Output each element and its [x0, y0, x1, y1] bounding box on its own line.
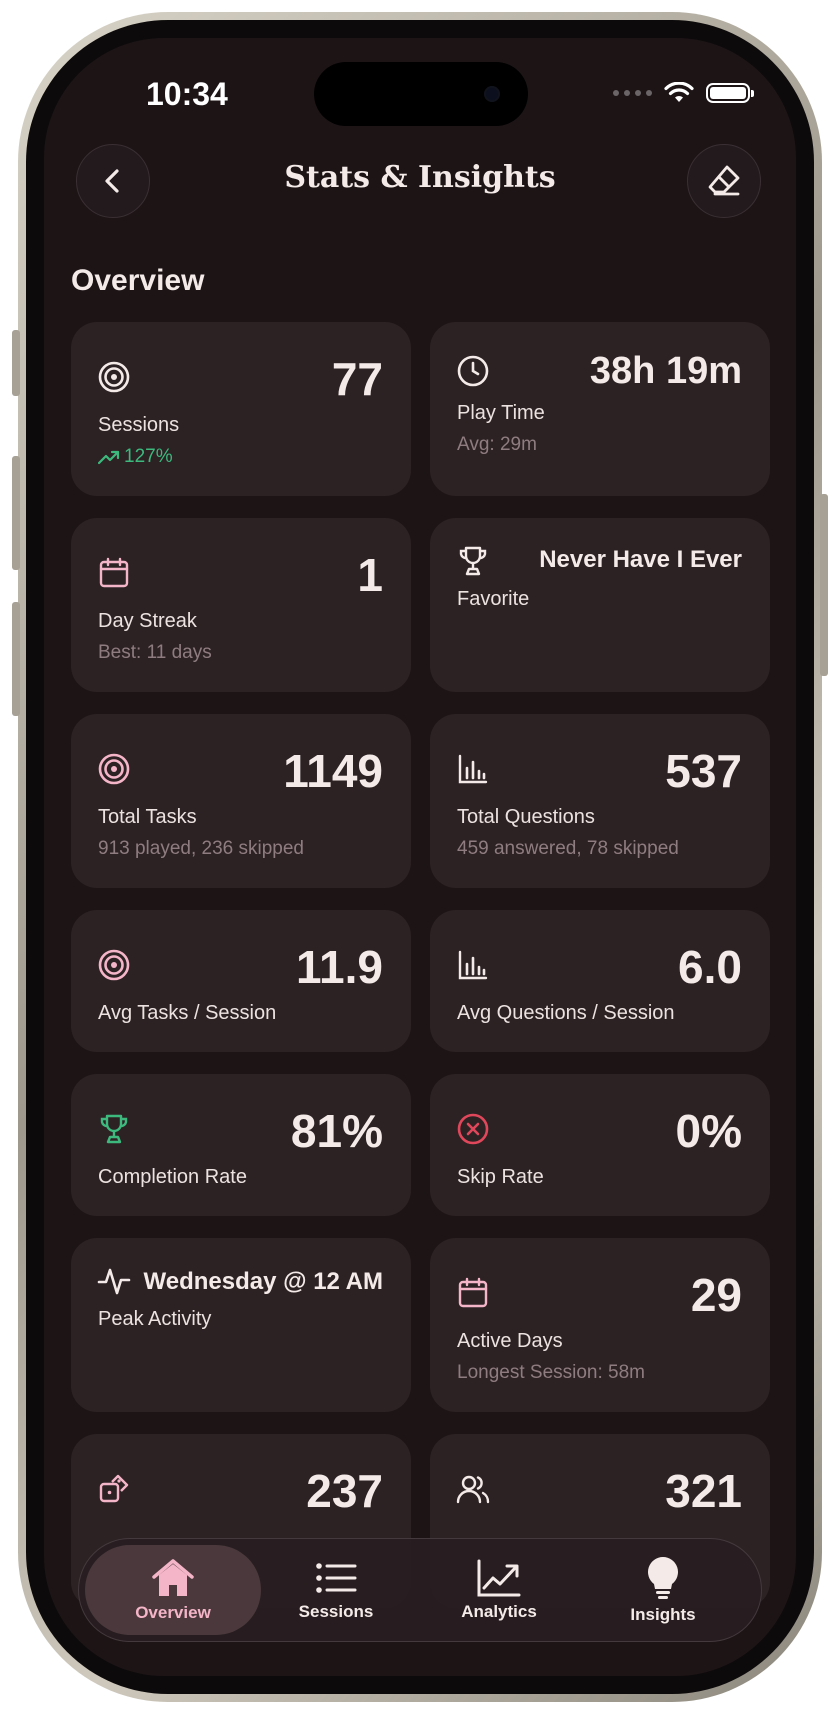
bar-chart-icon: [458, 950, 488, 980]
total-tasks-sub: 913 played, 236 skipped: [98, 838, 304, 859]
wifi-icon: [664, 82, 694, 102]
target-icon: [98, 949, 130, 981]
tab-label: Sessions: [298, 1602, 374, 1621]
calendar-icon: [458, 1277, 488, 1308]
dice-rolls-value: 237: [306, 1465, 383, 1517]
tab-label: Insights: [630, 1605, 696, 1624]
streak-value: 1: [357, 549, 383, 601]
peak-activity-label: Peak Activity: [98, 1308, 212, 1330]
favorite-label: Favorite: [457, 588, 530, 610]
trophy-icon: [459, 546, 487, 576]
avg-tasks-card[interactable]: 11.9 Avg Tasks / Session: [71, 910, 411, 1052]
section-title: Overview: [71, 264, 205, 297]
app-screen: 10:34 Stats & Insights Overview 77 Sessi…: [44, 38, 796, 1676]
volume-down-button: [12, 602, 20, 716]
skip-rate-label: Skip Rate: [457, 1166, 544, 1188]
avg-questions-card[interactable]: 6.0 Avg Questions / Session: [430, 910, 770, 1052]
sessions-trend: 127%: [98, 446, 173, 468]
clear-stats-button[interactable]: [687, 144, 761, 218]
tab-sessions[interactable]: Sessions: [248, 1545, 424, 1635]
skip-rate-value: 0%: [675, 1105, 742, 1157]
trophy-icon: [100, 1114, 128, 1144]
play-time-value: 38h 19m: [589, 350, 742, 392]
trending-up-icon: [98, 450, 120, 465]
avg-questions-value: 6.0: [678, 941, 742, 993]
tab-analytics[interactable]: Analytics: [411, 1545, 587, 1635]
peak-activity-card[interactable]: Wednesday @ 12 AM Peak Activity: [71, 1238, 411, 1412]
house-icon: [152, 1559, 194, 1596]
completion-rate-value: 81%: [290, 1105, 383, 1157]
chart-line-icon: [477, 1559, 521, 1597]
target-icon: [98, 361, 130, 393]
streak-sub: Best: 11 days: [98, 642, 212, 663]
active-days-card[interactable]: 29 Active Days Longest Session: 58m: [430, 1238, 770, 1412]
streak-card[interactable]: 1 Day Streak Best: 11 days: [71, 518, 411, 692]
play-time-sub: Avg: 29m: [457, 434, 537, 455]
players-value: 321: [665, 1465, 742, 1517]
total-questions-sub: 459 answered, 78 skipped: [457, 838, 679, 859]
eraser-icon: [708, 165, 740, 196]
tab-label: Analytics: [461, 1602, 537, 1621]
dice-icon: [99, 1474, 129, 1503]
total-tasks-label: Total Tasks: [98, 806, 197, 828]
dynamic-island: [314, 62, 528, 126]
completion-rate-label: Completion Rate: [98, 1166, 247, 1188]
status-time: 10:34: [146, 76, 228, 112]
streak-label: Day Streak: [98, 610, 197, 632]
favorite-card[interactable]: Never Have I Ever Favorite: [430, 518, 770, 692]
status-icons: [613, 82, 754, 104]
peak-activity-value: Wednesday @ 12 AM: [143, 1268, 383, 1295]
total-questions-card[interactable]: 537 Total Questions 459 answered, 78 ski…: [430, 714, 770, 888]
active-days-label: Active Days: [457, 1330, 563, 1352]
tab-label: Overview: [135, 1603, 211, 1622]
tab-bar: Overview Sessions Analytics Insights: [78, 1538, 762, 1642]
avg-tasks-label: Avg Tasks / Session: [98, 1002, 277, 1024]
total-tasks-value: 1149: [283, 745, 383, 797]
tab-overview[interactable]: Overview: [85, 1545, 261, 1635]
completion-rate-card[interactable]: 81% Completion Rate: [71, 1074, 411, 1216]
clock-icon: [457, 355, 489, 387]
battery-icon: [706, 83, 754, 103]
total-questions-value: 537: [665, 745, 742, 797]
total-tasks-card[interactable]: 1149 Total Tasks 913 played, 236 skipped: [71, 714, 411, 888]
target-icon: [98, 753, 130, 785]
active-days-value: 29: [690, 1269, 742, 1321]
activity-icon: [97, 1268, 131, 1295]
avg-tasks-value: 11.9: [296, 941, 383, 993]
skip-rate-card[interactable]: 0% Skip Rate: [430, 1074, 770, 1216]
page-title: Stats & Insights: [284, 160, 556, 195]
bar-chart-icon: [458, 754, 488, 784]
sessions-label: Sessions: [98, 414, 180, 436]
play-time-label: Play Time: [457, 402, 545, 424]
sessions-card[interactable]: 77 Sessions 127%: [71, 322, 411, 496]
sessions-trend-value: 127%: [124, 446, 173, 467]
sessions-value: 77: [331, 353, 383, 405]
tab-insights[interactable]: Insights: [575, 1545, 751, 1635]
list-icon: [316, 1563, 357, 1593]
volume-up-button: [12, 456, 20, 570]
power-button: [820, 494, 828, 676]
signal-icon: [613, 90, 652, 96]
avg-questions-label: Avg Questions / Session: [457, 1002, 675, 1024]
action-button: [12, 330, 20, 396]
users-icon: [456, 1475, 490, 1504]
play-time-card[interactable]: 38h 19m Play Time Avg: 29m: [430, 322, 770, 496]
active-days-sub: Longest Session: 58m: [457, 1362, 646, 1383]
camera-icon: [484, 86, 500, 102]
total-questions-label: Total Questions: [457, 806, 595, 828]
calendar-icon: [99, 557, 129, 588]
x-circle-icon: [457, 1113, 489, 1145]
favorite-value: Never Have I Ever: [539, 546, 742, 573]
lightbulb-icon: [648, 1557, 678, 1599]
